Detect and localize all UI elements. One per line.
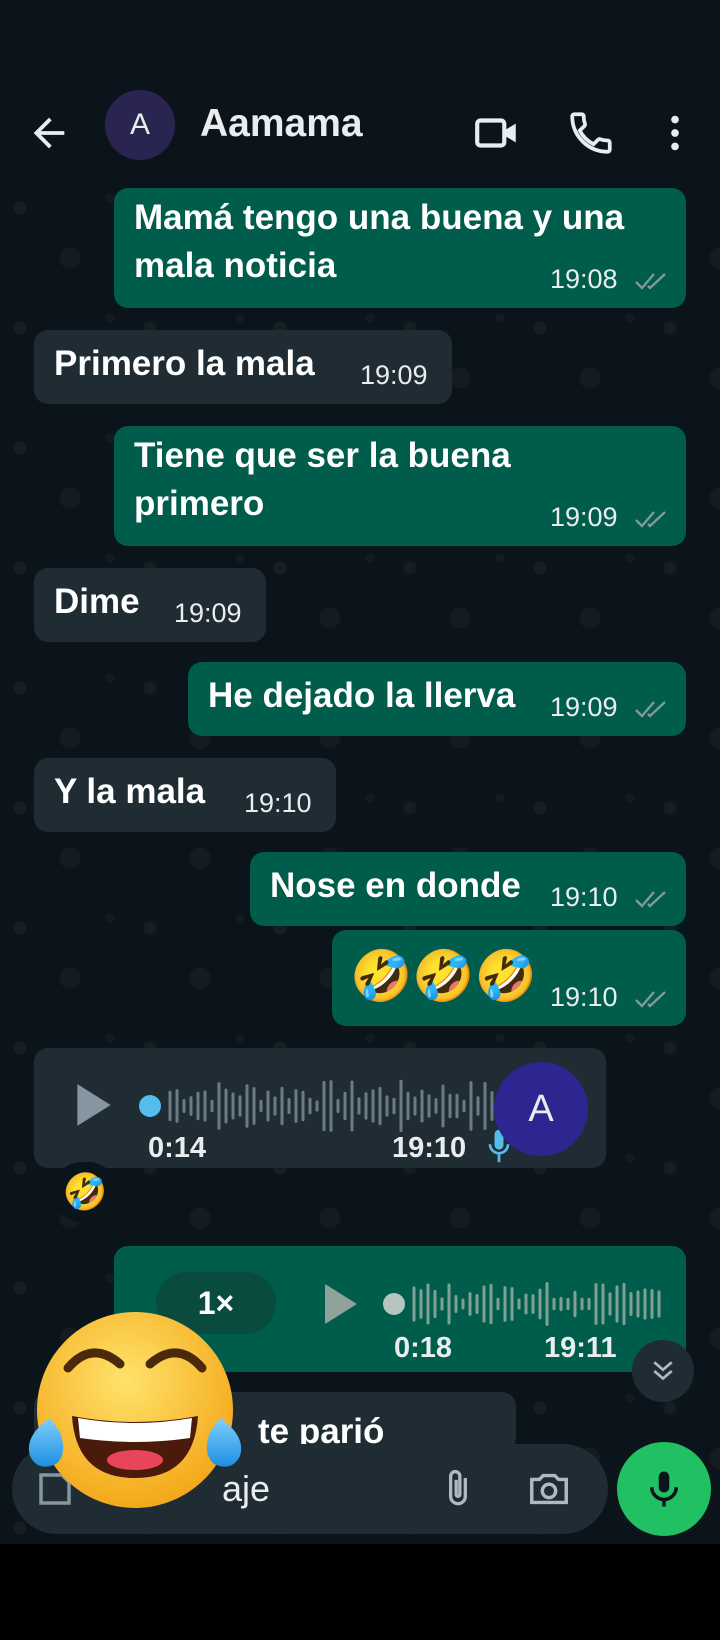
double-check-icon <box>635 511 666 528</box>
chat-header: A Aamama <box>0 90 720 178</box>
message-text: Y la mala <box>54 772 206 811</box>
message-bubble-outgoing[interactable]: He dejado la llerva 19:09 <box>188 662 686 736</box>
more-vertical-icon[interactable] <box>652 108 698 158</box>
message-bubble-outgoing[interactable]: Mamá tengo una buena y una mala noticia … <box>114 188 686 308</box>
message-line: Mamá tengo una buena y una <box>134 198 625 237</box>
voice-waveform[interactable] <box>138 1076 504 1136</box>
message-text: Nose en donde <box>270 866 521 905</box>
message-time: 19:09 <box>360 360 428 390</box>
voice-waveform[interactable] <box>382 1276 672 1332</box>
contact-name[interactable]: Aamama <box>200 102 363 146</box>
message-line: primero <box>134 484 265 523</box>
message-line: Tiene que ser la buena <box>134 436 511 475</box>
message-time: 19:10 <box>392 1132 467 1164</box>
video-camera-icon[interactable] <box>472 108 522 158</box>
message-bubble-incoming[interactable]: Primero la mala 19:09 <box>34 330 452 404</box>
voice-message-incoming[interactable]: 0:14 19:10 A <box>34 1048 606 1168</box>
play-icon[interactable] <box>320 1280 362 1328</box>
message-time: 19:10 <box>244 788 312 818</box>
message-text: He dejado la llerva <box>208 676 516 715</box>
double-check-icon <box>635 701 666 718</box>
double-chevron-down-icon <box>653 1361 673 1381</box>
paperclip-icon[interactable] <box>436 1466 480 1512</box>
microphone-icon <box>650 1471 678 1507</box>
message-text: Dime <box>54 582 140 621</box>
message-time: 19:09 <box>174 598 242 628</box>
message-time: 19:09 <box>550 502 618 532</box>
reaction-badge[interactable]: 🤣 <box>52 1162 118 1222</box>
message-bubble-incoming[interactable]: Y la mala 19:10 <box>34 758 336 832</box>
emoji-message: 🤣🤣🤣 <box>350 948 537 1004</box>
message-time: 19:09 <box>550 692 618 722</box>
status-bar <box>0 0 720 90</box>
tears-of-joy-emoji <box>28 1312 242 1508</box>
voice-duration: 0:14 <box>148 1132 207 1164</box>
phone-icon[interactable] <box>566 108 616 158</box>
message-text: Primero la mala <box>54 344 315 383</box>
double-check-icon <box>635 891 666 908</box>
message-time: 19:11 <box>544 1332 617 1364</box>
avatar: A <box>494 1062 588 1156</box>
message-bubble-outgoing[interactable]: 🤣🤣🤣 19:10 <box>332 930 686 1026</box>
message-text: Tiene que ser la buena primero <box>134 432 511 528</box>
voice-duration: 0:18 <box>394 1332 453 1364</box>
message-time: 19:08 <box>550 264 618 294</box>
double-check-icon <box>635 273 666 290</box>
double-check-icon <box>635 991 666 1008</box>
camera-icon[interactable] <box>526 1466 572 1512</box>
message-time: 19:10 <box>550 882 618 912</box>
system-navigation-bar <box>0 1544 720 1640</box>
avatar[interactable]: A <box>105 90 175 160</box>
message-time: 19:10 <box>550 982 618 1012</box>
play-icon[interactable] <box>72 1080 116 1130</box>
scroll-to-bottom-button[interactable] <box>632 1340 694 1402</box>
message-bubble-outgoing[interactable]: Tiene que ser la buena primero 19:09 <box>114 426 686 546</box>
message-bubble-incoming[interactable]: Dime 19:09 <box>34 568 266 642</box>
voice-record-button[interactable] <box>617 1442 711 1536</box>
arrow-left-icon[interactable] <box>26 110 72 156</box>
message-bubble-outgoing[interactable]: Nose en donde 19:10 <box>250 852 686 926</box>
